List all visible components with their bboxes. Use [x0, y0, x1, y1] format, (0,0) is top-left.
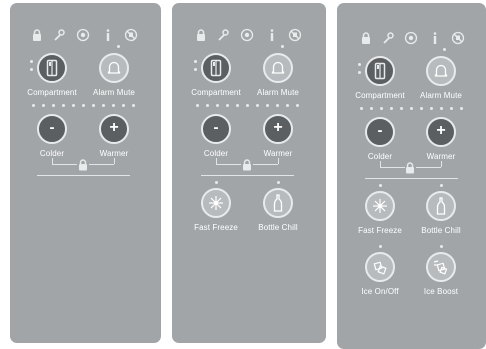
- wrench-icon: [52, 28, 66, 42]
- fast-freeze-label: Fast Freeze: [194, 223, 238, 232]
- fast-freeze-label: Fast Freeze: [358, 226, 402, 235]
- colder-button[interactable]: -: [201, 114, 231, 144]
- lock-icon: [359, 31, 373, 45]
- ice-boost-indicator-dot: [440, 245, 443, 248]
- alarm-indicator-dot: [443, 48, 446, 51]
- compartment-button[interactable]: [37, 53, 67, 83]
- alarm-mute-button[interactable]: [426, 56, 456, 86]
- bottle-chill-button[interactable]: [263, 188, 293, 218]
- compartment-indicator-dot: [194, 68, 197, 71]
- bracket-line: [278, 158, 279, 164]
- fast-freeze-indicator-dot: [379, 184, 382, 187]
- alarm-off-icon: [124, 28, 138, 42]
- alarm-mute-label: Alarm Mute: [257, 88, 299, 97]
- alarm-indicator-dot: [117, 45, 120, 48]
- colder-button[interactable]: -: [365, 117, 395, 147]
- plus-symbol: +: [273, 119, 283, 136]
- lock-icon: [30, 28, 44, 42]
- bracket-line: [416, 167, 441, 168]
- colder-label: Colder: [367, 152, 393, 161]
- ice-on-off-indicator-dot: [379, 245, 382, 248]
- ice-boost-label: Ice Boost: [423, 287, 459, 296]
- alarm-mute-label: Alarm Mute: [93, 88, 135, 97]
- control-panel-1: Compartment Alarm Mute - Colder + Warmer: [10, 3, 161, 343]
- colder-label: Colder: [203, 149, 229, 158]
- lock-icon: [404, 161, 416, 174]
- bracket-line: [216, 164, 241, 165]
- colder-button[interactable]: -: [37, 114, 67, 144]
- wrench-icon: [216, 28, 230, 42]
- wrench-icon: [381, 31, 395, 45]
- alarm-mute-label: Alarm Mute: [420, 91, 462, 100]
- bracket-line: [114, 158, 115, 164]
- temperature-level-dots: [337, 107, 486, 111]
- ice-on-off-label: Ice On/Off: [361, 287, 399, 296]
- temperature-level-dots: [10, 104, 161, 108]
- compartment-label: Compartment: [191, 88, 241, 97]
- filter-icon: [76, 28, 90, 42]
- warmer-button[interactable]: +: [426, 117, 456, 147]
- divider: [201, 175, 294, 176]
- temperature-level-dots: [172, 104, 326, 108]
- warmer-label: Warmer: [99, 149, 129, 158]
- fast-freeze-indicator-dot: [215, 181, 218, 184]
- minus-symbol: -: [377, 122, 383, 139]
- compartment-button[interactable]: [365, 56, 395, 86]
- alarm-off-icon: [288, 28, 302, 42]
- filter-icon: [404, 31, 418, 45]
- alarm-indicator-dot: [281, 45, 284, 48]
- bottle-chill-button[interactable]: [426, 191, 456, 221]
- fast-freeze-button[interactable]: [365, 191, 395, 221]
- bracket-line: [253, 164, 278, 165]
- compartment-button[interactable]: [201, 53, 231, 83]
- bottle-chill-label: Bottle Chill: [421, 226, 461, 235]
- bracket-line: [89, 164, 114, 165]
- fast-freeze-button[interactable]: [201, 188, 231, 218]
- warmer-button[interactable]: +: [263, 114, 293, 144]
- bracket-line: [441, 161, 442, 167]
- control-panel-3: Compartment Alarm Mute - Colder + Warmer…: [337, 3, 486, 349]
- lock-icon: [77, 158, 89, 171]
- divider: [37, 175, 130, 176]
- minus-symbol: -: [213, 119, 219, 136]
- compartment-indicator-dot: [194, 60, 197, 63]
- alarm-mute-button[interactable]: [99, 53, 129, 83]
- plus-symbol: +: [436, 122, 446, 139]
- compartment-label: Compartment: [27, 88, 77, 97]
- control-panel-2: Compartment Alarm Mute - Colder + Warmer…: [172, 3, 326, 343]
- bottle-chill-indicator-dot: [277, 181, 280, 184]
- bottle-chill-label: Bottle Chill: [258, 223, 298, 232]
- plus-symbol: +: [109, 119, 119, 136]
- warmer-label: Warmer: [426, 152, 456, 161]
- compartment-indicator-dot: [30, 68, 33, 71]
- ice-boost-button[interactable]: [426, 252, 456, 282]
- warmer-button[interactable]: +: [99, 114, 129, 144]
- bracket-line: [380, 167, 405, 168]
- compartment-indicator-dot: [358, 71, 361, 74]
- colder-label: Colder: [39, 149, 65, 158]
- compartment-indicator-dot: [358, 63, 361, 66]
- info-icon: [101, 28, 115, 42]
- alarm-mute-button[interactable]: [263, 53, 293, 83]
- alarm-off-icon: [451, 31, 465, 45]
- bottle-chill-indicator-dot: [440, 184, 443, 187]
- divider: [365, 178, 458, 179]
- compartment-indicator-dot: [30, 60, 33, 63]
- info-icon: [265, 28, 279, 42]
- lock-icon: [241, 158, 253, 171]
- minus-symbol: -: [49, 119, 55, 136]
- bracket-line: [52, 164, 77, 165]
- filter-icon: [240, 28, 254, 42]
- info-icon: [428, 31, 442, 45]
- ice-on-off-button[interactable]: [365, 252, 395, 282]
- warmer-label: Warmer: [263, 149, 293, 158]
- compartment-label: Compartment: [355, 91, 405, 100]
- lock-icon: [194, 28, 208, 42]
